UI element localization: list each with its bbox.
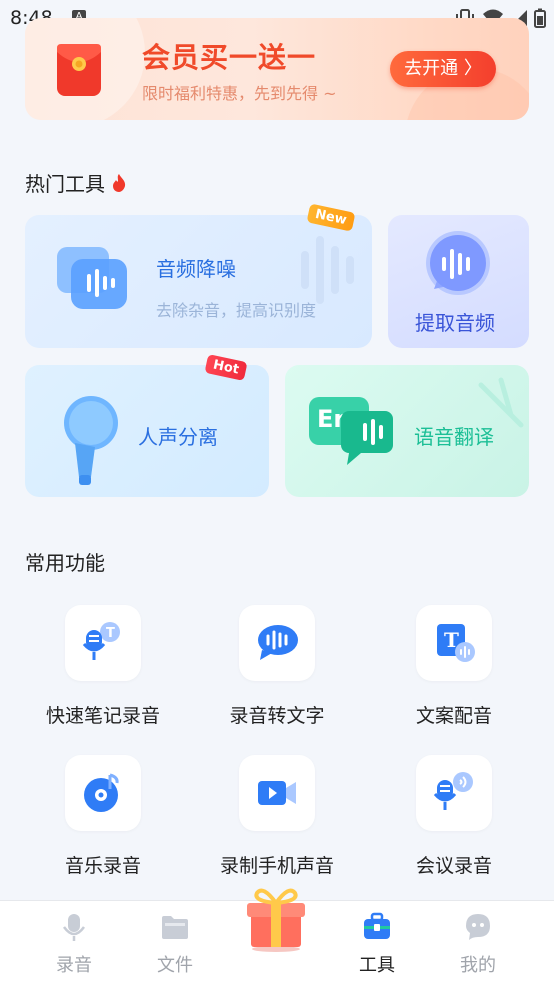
- video-record-icon: [239, 755, 315, 831]
- meeting-recording[interactable]: 会议录音: [374, 755, 534, 878]
- meeting-recording-label: 会议录音: [415, 855, 492, 877]
- nav-record-label: 录音: [56, 955, 92, 976]
- nav-files-label: 文件: [157, 955, 193, 976]
- extract-audio-icon: [426, 231, 490, 295]
- folder-nav-icon: [162, 916, 188, 939]
- hot-tools-title: 热门工具: [25, 172, 105, 196]
- gift-icon[interactable]: [243, 883, 309, 953]
- microphone-nav-icon: [62, 914, 86, 941]
- record-to-text-label: 录音转文字: [229, 705, 325, 727]
- music-disc-icon: [65, 755, 141, 831]
- audio-denoise-card[interactable]: 音频降噪 去除杂音，提高识别度: [25, 215, 372, 348]
- audio-denoise-subtitle: 去除杂音，提高识别度: [156, 301, 317, 320]
- nav-tools[interactable]: 工具: [327, 901, 427, 977]
- nav-tools-label: 工具: [359, 955, 395, 976]
- speech-to-text-icon: [239, 605, 315, 681]
- record-phone-sound[interactable]: 录制手机声音: [197, 755, 357, 878]
- voice-translate-label: 语音翻译: [414, 425, 494, 449]
- meeting-mic-icon: [416, 755, 492, 831]
- microphone-icon: [64, 396, 118, 485]
- hot-tools-heading: 热门工具: [25, 168, 127, 197]
- toolbox-nav-icon: [364, 912, 390, 939]
- banner-title: 会员买一送一: [142, 41, 317, 74]
- extract-audio-label: 提取音频: [415, 311, 495, 335]
- fire-icon: [113, 174, 126, 192]
- dubbing-label: 文案配音: [415, 705, 492, 727]
- quick-note-label: 快速笔记录音: [45, 705, 160, 727]
- nav-record[interactable]: 录音: [24, 901, 124, 977]
- activate-vip-button[interactable]: 去开通 〉: [390, 51, 496, 87]
- nav-files[interactable]: 文件: [125, 901, 225, 977]
- music-recording[interactable]: 音乐录音: [23, 755, 183, 878]
- vocal-separation-card[interactable]: 人声分离: [25, 365, 269, 497]
- common-functions-heading: 常用功能: [25, 551, 105, 575]
- quick-note-icon: T: [65, 605, 141, 681]
- svg-text:T: T: [106, 626, 115, 641]
- battery-icon: [534, 8, 546, 28]
- record-to-text[interactable]: 录音转文字: [197, 605, 357, 728]
- vocal-separation-label: 人声分离: [138, 425, 218, 449]
- copywriting-dubbing[interactable]: T 文案配音: [374, 605, 534, 728]
- dubbing-icon: T: [416, 605, 492, 681]
- audio-denoise-icon: [57, 247, 127, 309]
- profile-nav-icon: [466, 914, 490, 940]
- music-recording-label: 音乐录音: [64, 855, 141, 877]
- sound-bubble-icon: [341, 411, 393, 465]
- vip-promo-banner[interactable]: 会员买一送一 限时福利特惠，先到先得 ~ 去开通 〉: [25, 18, 529, 120]
- nav-mine-label: 我的: [460, 955, 496, 976]
- quick-note-recording[interactable]: T 快速笔记录音: [23, 605, 183, 728]
- record-phone-sound-label: 录制手机声音: [219, 855, 334, 877]
- red-envelope-icon: [57, 44, 101, 96]
- voice-translate-card[interactable]: En 语音翻译: [285, 365, 529, 497]
- audio-denoise-label: 音频降噪: [156, 257, 236, 281]
- extract-audio-card[interactable]: 提取音频: [388, 215, 529, 348]
- nav-mine[interactable]: 我的: [428, 901, 528, 977]
- banner-subtitle: 限时福利特惠，先到先得 ~: [142, 84, 337, 103]
